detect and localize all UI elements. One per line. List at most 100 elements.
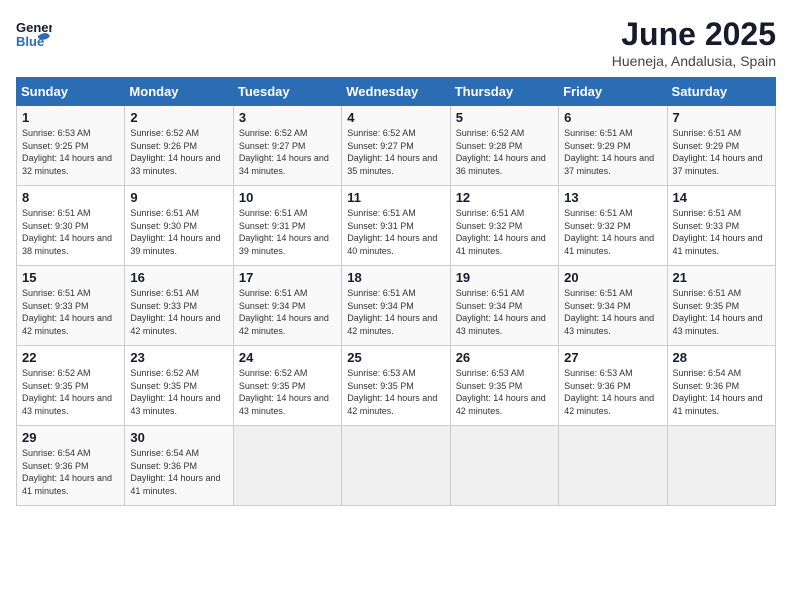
day-number: 11 bbox=[347, 190, 444, 205]
calendar-cell: 18 Sunrise: 6:51 AMSunset: 9:34 PMDayligh… bbox=[342, 266, 450, 346]
day-info: Sunrise: 6:51 AMSunset: 9:30 PMDaylight:… bbox=[22, 207, 119, 257]
day-number: 15 bbox=[22, 270, 119, 285]
svg-text:Blue: Blue bbox=[16, 34, 44, 49]
day-info: Sunrise: 6:53 AMSunset: 9:25 PMDaylight:… bbox=[22, 127, 119, 177]
calendar-cell: 21 Sunrise: 6:51 AMSunset: 9:35 PMDayligh… bbox=[667, 266, 775, 346]
day-number: 12 bbox=[456, 190, 553, 205]
day-info: Sunrise: 6:51 AMSunset: 9:33 PMDaylight:… bbox=[673, 207, 770, 257]
day-number: 20 bbox=[564, 270, 661, 285]
day-number: 7 bbox=[673, 110, 770, 125]
weekday-header-sunday: Sunday bbox=[17, 78, 125, 106]
day-info: Sunrise: 6:51 AMSunset: 9:32 PMDaylight:… bbox=[564, 207, 661, 257]
calendar-cell: 26 Sunrise: 6:53 AMSunset: 9:35 PMDayligh… bbox=[450, 346, 558, 426]
svg-text:General: General bbox=[16, 20, 52, 35]
day-info: Sunrise: 6:54 AMSunset: 9:36 PMDaylight:… bbox=[673, 367, 770, 417]
calendar-cell: 17 Sunrise: 6:51 AMSunset: 9:34 PMDayligh… bbox=[233, 266, 341, 346]
day-number: 1 bbox=[22, 110, 119, 125]
location-title: Hueneja, Andalusia, Spain bbox=[612, 53, 776, 69]
calendar-cell: 5Sunrise: 6:52 AMSunset: 9:28 PMDaylight… bbox=[450, 106, 558, 186]
day-info: Sunrise: 6:51 AMSunset: 9:29 PMDaylight:… bbox=[564, 127, 661, 177]
calendar-cell: 19Sunrise: 6:51 AMSunset: 9:34 PMDayligh… bbox=[450, 266, 558, 346]
calendar-cell: 13 Sunrise: 6:51 AMSunset: 9:32 PMDayligh… bbox=[559, 186, 667, 266]
day-info: Sunrise: 6:51 AMSunset: 9:35 PMDaylight:… bbox=[673, 287, 770, 337]
weekday-header-tuesday: Tuesday bbox=[233, 78, 341, 106]
day-info: Sunrise: 6:51 AMSunset: 9:34 PMDaylight:… bbox=[564, 287, 661, 337]
day-number: 10 bbox=[239, 190, 336, 205]
day-number: 8 bbox=[22, 190, 119, 205]
day-info: Sunrise: 6:52 AMSunset: 9:26 PMDaylight:… bbox=[130, 127, 227, 177]
calendar-cell: 7 Sunrise: 6:51 AMSunset: 9:29 PMDaylight… bbox=[667, 106, 775, 186]
day-info: Sunrise: 6:52 AMSunset: 9:28 PMDaylight:… bbox=[456, 127, 553, 177]
day-number: 9 bbox=[130, 190, 227, 205]
day-info: Sunrise: 6:53 AMSunset: 9:35 PMDaylight:… bbox=[347, 367, 444, 417]
calendar-cell: 15 Sunrise: 6:51 AMSunset: 9:33 PMDayligh… bbox=[17, 266, 125, 346]
title-area: June 2025 Hueneja, Andalusia, Spain bbox=[612, 16, 776, 69]
calendar-cell: 24 Sunrise: 6:52 AMSunset: 9:35 PMDayligh… bbox=[233, 346, 341, 426]
day-info: Sunrise: 6:52 AMSunset: 9:35 PMDaylight:… bbox=[239, 367, 336, 417]
day-number: 6 bbox=[564, 110, 661, 125]
page-header: General Blue June 2025 Hueneja, Andalusi… bbox=[16, 16, 776, 69]
day-info: Sunrise: 6:51 AMSunset: 9:30 PMDaylight:… bbox=[130, 207, 227, 257]
calendar-cell: 28Sunrise: 6:54 AMSunset: 9:36 PMDayligh… bbox=[667, 346, 775, 426]
calendar-cell: 12Sunrise: 6:51 AMSunset: 9:32 PMDayligh… bbox=[450, 186, 558, 266]
day-number: 23 bbox=[130, 350, 227, 365]
day-info: Sunrise: 6:52 AMSunset: 9:27 PMDaylight:… bbox=[347, 127, 444, 177]
day-number: 26 bbox=[456, 350, 553, 365]
logo: General Blue bbox=[16, 16, 52, 57]
calendar-cell: 16 Sunrise: 6:51 AMSunset: 9:33 PMDayligh… bbox=[125, 266, 233, 346]
calendar-cell: 22 Sunrise: 6:52 AMSunset: 9:35 PMDayligh… bbox=[17, 346, 125, 426]
calendar-cell: 9 Sunrise: 6:51 AMSunset: 9:30 PMDaylight… bbox=[125, 186, 233, 266]
day-info: Sunrise: 6:52 AMSunset: 9:35 PMDaylight:… bbox=[22, 367, 119, 417]
day-number: 18 bbox=[347, 270, 444, 285]
day-info: Sunrise: 6:54 AMSunset: 9:36 PMDaylight:… bbox=[22, 447, 119, 497]
calendar-table: SundayMondayTuesdayWednesdayThursdayFrid… bbox=[16, 77, 776, 506]
calendar-cell: 6 Sunrise: 6:51 AMSunset: 9:29 PMDaylight… bbox=[559, 106, 667, 186]
calendar-cell: 11 Sunrise: 6:51 AMSunset: 9:31 PMDayligh… bbox=[342, 186, 450, 266]
day-number: 24 bbox=[239, 350, 336, 365]
day-number: 14 bbox=[673, 190, 770, 205]
calendar-cell bbox=[450, 426, 558, 506]
calendar-cell: 27 Sunrise: 6:53 AMSunset: 9:36 PMDayligh… bbox=[559, 346, 667, 426]
calendar-cell: 4 Sunrise: 6:52 AMSunset: 9:27 PMDaylight… bbox=[342, 106, 450, 186]
day-info: Sunrise: 6:53 AMSunset: 9:35 PMDaylight:… bbox=[456, 367, 553, 417]
day-number: 3 bbox=[239, 110, 336, 125]
day-number: 17 bbox=[239, 270, 336, 285]
logo-icon: General Blue bbox=[16, 16, 52, 57]
day-number: 22 bbox=[22, 350, 119, 365]
calendar-cell: 25 Sunrise: 6:53 AMSunset: 9:35 PMDayligh… bbox=[342, 346, 450, 426]
day-number: 30 bbox=[130, 430, 227, 445]
calendar-cell bbox=[233, 426, 341, 506]
day-number: 29 bbox=[22, 430, 119, 445]
calendar-cell bbox=[342, 426, 450, 506]
week-row-1: 1 Sunrise: 6:53 AMSunset: 9:25 PMDaylight… bbox=[17, 106, 776, 186]
week-row-5: 29 Sunrise: 6:54 AMSunset: 9:36 PMDayligh… bbox=[17, 426, 776, 506]
weekday-header-saturday: Saturday bbox=[667, 78, 775, 106]
day-number: 21 bbox=[673, 270, 770, 285]
day-number: 16 bbox=[130, 270, 227, 285]
day-number: 27 bbox=[564, 350, 661, 365]
weekday-header-friday: Friday bbox=[559, 78, 667, 106]
calendar-cell: 14 Sunrise: 6:51 AMSunset: 9:33 PMDayligh… bbox=[667, 186, 775, 266]
calendar-cell: 1 Sunrise: 6:53 AMSunset: 9:25 PMDaylight… bbox=[17, 106, 125, 186]
day-info: Sunrise: 6:51 AMSunset: 9:34 PMDaylight:… bbox=[456, 287, 553, 337]
weekday-header-thursday: Thursday bbox=[450, 78, 558, 106]
day-info: Sunrise: 6:51 AMSunset: 9:34 PMDaylight:… bbox=[239, 287, 336, 337]
day-number: 4 bbox=[347, 110, 444, 125]
day-info: Sunrise: 6:53 AMSunset: 9:36 PMDaylight:… bbox=[564, 367, 661, 417]
calendar-cell: 2 Sunrise: 6:52 AMSunset: 9:26 PMDaylight… bbox=[125, 106, 233, 186]
weekday-header-monday: Monday bbox=[125, 78, 233, 106]
day-info: Sunrise: 6:51 AMSunset: 9:31 PMDaylight:… bbox=[347, 207, 444, 257]
day-info: Sunrise: 6:51 AMSunset: 9:29 PMDaylight:… bbox=[673, 127, 770, 177]
day-number: 13 bbox=[564, 190, 661, 205]
day-info: Sunrise: 6:51 AMSunset: 9:33 PMDaylight:… bbox=[130, 287, 227, 337]
day-number: 25 bbox=[347, 350, 444, 365]
day-number: 2 bbox=[130, 110, 227, 125]
day-info: Sunrise: 6:52 AMSunset: 9:35 PMDaylight:… bbox=[130, 367, 227, 417]
day-info: Sunrise: 6:54 AMSunset: 9:36 PMDaylight:… bbox=[130, 447, 227, 497]
day-info: Sunrise: 6:51 AMSunset: 9:34 PMDaylight:… bbox=[347, 287, 444, 337]
calendar-cell bbox=[667, 426, 775, 506]
weekday-header-wednesday: Wednesday bbox=[342, 78, 450, 106]
day-info: Sunrise: 6:51 AMSunset: 9:33 PMDaylight:… bbox=[22, 287, 119, 337]
calendar-cell: 29 Sunrise: 6:54 AMSunset: 9:36 PMDayligh… bbox=[17, 426, 125, 506]
week-row-3: 15 Sunrise: 6:51 AMSunset: 9:33 PMDayligh… bbox=[17, 266, 776, 346]
